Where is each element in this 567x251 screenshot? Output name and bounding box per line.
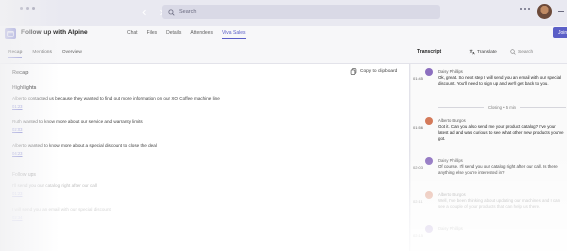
followup-item: I'll send you our catalog right after ou… — [12, 183, 97, 188]
teams-window: Search Follow up with Alpine Chat Files … — [0, 0, 567, 251]
subtab-overview[interactable]: Overview — [62, 50, 82, 58]
highlights-title: Highlights — [12, 85, 37, 91]
transcript-search-input[interactable]: Search — [510, 49, 533, 55]
speaker-name: Daisy Phillips — [438, 158, 463, 163]
subtab-recap[interactable]: Recap — [8, 50, 23, 58]
avatar[interactable] — [537, 4, 552, 19]
transcript-pane: Transcript Translate Search Daisy Philli… — [411, 49, 567, 251]
transcript-title: Transcript — [417, 49, 442, 55]
followup-timestamp[interactable]: 01:23 — [12, 191, 22, 196]
tab-details[interactable]: Details — [166, 30, 181, 39]
search-icon — [168, 8, 175, 16]
tab-viva-sales[interactable]: Viva Sales — [221, 30, 246, 39]
highlight-timestamp[interactable]: 01:23 — [12, 104, 22, 109]
recap-pane: Recap Copy to clipboard Highlights Alber… — [0, 64, 410, 251]
tab-chat[interactable]: Chat — [127, 30, 138, 39]
followups-title: Follow ups — [12, 172, 36, 178]
recap-subtabs: Recap Mentions Overview — [8, 50, 82, 58]
transcript-text: Well, I've been thinking about updating … — [438, 198, 561, 210]
followup-timestamp[interactable]: 02:34 — [12, 215, 22, 220]
meeting-title: Follow up with Alpine — [21, 29, 88, 36]
avatar — [425, 191, 433, 199]
global-search-input[interactable]: Search — [162, 5, 440, 19]
speaker-name: Daisy Phillips — [438, 69, 463, 74]
transcript-timestamp[interactable]: 02:11 — [413, 199, 423, 204]
transcript-text: Ok, great. So next step I will send you … — [438, 75, 561, 87]
search-icon — [510, 49, 516, 55]
transcript-text: Of course. I'll send you our catalog rig… — [438, 164, 558, 176]
translate-icon — [469, 49, 475, 55]
highlight-item: Alberto contacted us because they wanted… — [12, 96, 220, 101]
transcript-timestamp[interactable]: 02:03 — [413, 165, 423, 170]
translate-button[interactable]: Translate — [469, 49, 497, 55]
copy-to-clipboard-button[interactable]: Copy to clipboard — [350, 68, 397, 75]
transcript-text: Got it. Can you also send me your produc… — [438, 124, 564, 142]
recap-heading: Recap — [12, 70, 29, 76]
avatar — [425, 117, 433, 125]
meeting-tabs: Chat Files Details Attendees Viva Sales — [127, 30, 246, 39]
highlight-item: Ruth wanted to know more about our servi… — [12, 119, 143, 124]
speaker-name: Daisy Phillips — [438, 226, 463, 231]
tab-files[interactable]: Files — [147, 30, 158, 39]
back-arrow-icon[interactable] — [139, 6, 149, 18]
highlight-item: Alberto wanted to know more about a spec… — [12, 143, 157, 148]
highlight-timestamp[interactable]: 04:23 — [12, 151, 22, 156]
calendar-icon — [5, 28, 16, 39]
speaker-name: Alberto Burgos — [438, 192, 466, 197]
closing-label: Closing • 5 min — [488, 104, 516, 110]
transcript-timestamp[interactable]: 01:56 — [413, 125, 423, 130]
title-bar: Search — [0, 0, 567, 26]
transcript-timestamp[interactable]: 01:45 — [413, 76, 423, 81]
transcript-timestamp[interactable]: 02:15 — [413, 233, 423, 238]
window-dots — [20, 7, 35, 10]
avatar — [425, 157, 433, 165]
join-button[interactable]: Join — [553, 27, 567, 38]
avatar — [425, 225, 433, 233]
transcript-search-placeholder: Search — [518, 49, 534, 55]
followup-item: I will send you an email with our specia… — [12, 207, 111, 212]
tab-attendees[interactable]: Attendees — [190, 30, 213, 39]
search-placeholder: Search — [179, 9, 197, 15]
minimize-icon[interactable] — [558, 11, 564, 12]
translate-label: Translate — [477, 49, 497, 55]
more-options-icon[interactable] — [520, 8, 530, 10]
copy-label: Copy to clipboard — [360, 69, 398, 74]
subtab-mentions[interactable]: Mentions — [32, 50, 51, 58]
closing-divider: Closing • 5 min — [438, 104, 566, 110]
avatar — [425, 68, 433, 76]
copy-icon — [350, 68, 357, 75]
speaker-name: Alberto Burgos — [438, 118, 466, 123]
highlight-timestamp[interactable]: 02:03 — [12, 127, 22, 132]
